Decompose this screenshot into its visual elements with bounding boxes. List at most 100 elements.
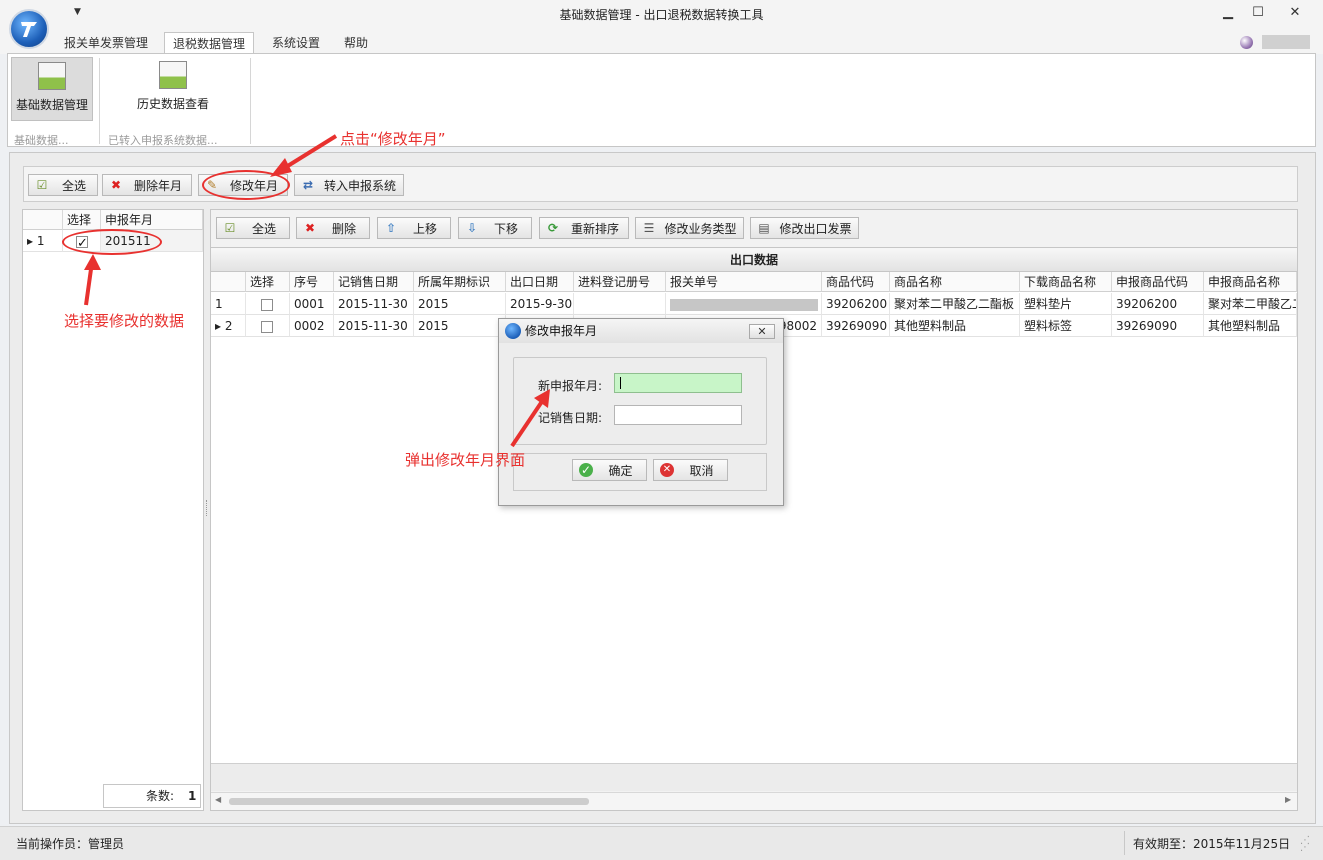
tab-tax-refund-data[interactable]: 退税数据管理 xyxy=(164,32,255,54)
delete-month-button[interactable]: ✖ 删除年月 xyxy=(102,174,192,196)
minimize-button[interactable]: ▁ xyxy=(1213,2,1243,24)
check-icon: ✓ xyxy=(579,463,593,477)
modify-export-invoice-button[interactable]: ▤ 修改出口发票 xyxy=(750,217,859,239)
quick-access-dropdown-icon[interactable]: ▼ xyxy=(74,7,81,17)
export-date-cell[interactable]: 2015-9-30 xyxy=(506,293,574,315)
resort-button[interactable]: ⟳ 重新排序 xyxy=(539,217,629,239)
pane-splitter[interactable] xyxy=(206,500,208,516)
count-value: 1 xyxy=(188,789,197,803)
close-button[interactable]: ✕ xyxy=(1280,2,1310,24)
sale-date-cell[interactable]: 2015-11-30 xyxy=(334,315,414,337)
download-name-cell[interactable]: 塑料标签 xyxy=(1020,315,1112,337)
modify-month-dialog: 修改申报年月 ✕ 新申报年月: 记销售日期: ✓ 确定 ✕ 取消 xyxy=(498,318,784,506)
decl-name-cell[interactable]: 其他塑料制品 xyxy=(1204,315,1297,337)
scroll-left-icon[interactable]: ◀ xyxy=(215,795,221,804)
seq-cell[interactable]: 0002 xyxy=(290,315,334,337)
sale-date-input[interactable] xyxy=(614,405,742,425)
maximize-button[interactable]: ☐ xyxy=(1243,2,1273,24)
ribbon-tab-strip: 报关单发票管理 退税数据管理 系统设置 帮助 xyxy=(0,30,1323,54)
column-header-select[interactable]: 选择 xyxy=(63,210,101,230)
status-operator: 当前操作员：管理员 xyxy=(16,837,125,851)
decl-code-cell[interactable]: 39269090 xyxy=(1112,315,1204,337)
modify-business-type-button[interactable]: ☰ 修改业务类型 xyxy=(635,217,744,239)
select-all-months-button[interactable]: ☑ 全选 xyxy=(28,174,98,196)
cancel-button[interactable]: ✕ 取消 xyxy=(653,459,728,481)
resize-grip-icon[interactable]: ⋰ ⋰ xyxy=(1300,836,1314,853)
row-select-cell[interactable] xyxy=(246,293,290,315)
row-pointer-icon: ▸ xyxy=(215,319,222,333)
customs-no-redacted xyxy=(670,298,818,311)
column-header[interactable]: 申报商品代码 xyxy=(1112,272,1204,292)
seq-cell[interactable]: 0001 xyxy=(290,293,334,315)
month-list-pane: 选择 申报年月 ▸ 1 201511 条数: 1 xyxy=(22,209,204,811)
column-header[interactable]: 记销售日期 xyxy=(334,272,414,292)
horizontal-scrollbar[interactable]: ◀ ▶ xyxy=(211,792,1297,810)
status-separator xyxy=(1124,831,1125,855)
column-header[interactable]: 出口日期 xyxy=(506,272,574,292)
user-name-redacted xyxy=(1262,35,1310,49)
period-cell[interactable]: 2015 xyxy=(414,293,506,315)
scroll-thumb[interactable] xyxy=(229,798,589,805)
annotation-ellipse xyxy=(62,229,162,255)
column-header[interactable]: 进料登记册号 xyxy=(574,272,666,292)
app-logo-icon xyxy=(505,323,521,339)
column-header[interactable]: 选择 xyxy=(246,272,290,292)
row-checkbox[interactable] xyxy=(261,320,273,333)
column-header[interactable]: 商品名称 xyxy=(890,272,1020,292)
ribbon-group-transferred: 已转入申报系统数据... xyxy=(108,134,218,147)
app-logo-icon[interactable] xyxy=(9,9,49,49)
refresh-icon: ⟳ xyxy=(547,221,559,235)
column-header-month[interactable]: 申报年月 xyxy=(101,210,203,230)
ribbon-group-basic: 基础数据... xyxy=(14,134,69,147)
name-cell[interactable]: 其他塑料制品 xyxy=(890,315,1020,337)
history-data-label: 历史数据查看 xyxy=(136,97,209,111)
grid-select-all-button[interactable]: ☑ 全选 xyxy=(216,217,290,239)
history-data-button[interactable]: 历史数据查看 xyxy=(130,57,216,121)
download-name-cell[interactable]: 塑料垫片 xyxy=(1020,293,1112,315)
move-up-button[interactable]: ⇧ 上移 xyxy=(377,217,451,239)
code-cell[interactable]: 39206200 xyxy=(822,293,890,315)
column-header[interactable]: 下载商品名称 xyxy=(1020,272,1112,292)
grid-delete-button[interactable]: ✖ 删除 xyxy=(296,217,370,239)
tab-system-settings[interactable]: 系统设置 xyxy=(264,32,328,54)
customs-no-cell[interactable] xyxy=(666,293,822,315)
row-indicator[interactable]: 1 xyxy=(211,293,246,315)
period-cell[interactable]: 2015 xyxy=(414,315,506,337)
reg-no-cell[interactable] xyxy=(574,293,666,315)
count-label: 条数: xyxy=(146,789,175,803)
arrow-up-icon: ⇧ xyxy=(385,221,397,235)
row-indicator[interactable]: ▸ 2 xyxy=(211,315,246,337)
annotation-ellipse xyxy=(202,170,290,200)
name-cell[interactable]: 聚对苯二甲酸乙二酯板 xyxy=(890,293,1020,315)
basic-data-label: 基础数据管理 xyxy=(15,98,88,112)
column-header[interactable]: 所属年期标识 xyxy=(414,272,506,292)
tab-customs-invoice[interactable]: 报关单发票管理 xyxy=(56,32,156,54)
column-header[interactable]: 申报商品名称 xyxy=(1204,272,1297,292)
annotation-select-data: 选择要修改的数据 xyxy=(64,312,185,330)
sale-date-cell[interactable]: 2015-11-30 xyxy=(334,293,414,315)
decl-name-cell[interactable]: 聚对苯二甲酸乙二 xyxy=(1204,293,1297,315)
move-down-button[interactable]: ⇩ 下移 xyxy=(458,217,532,239)
row-indicator[interactable]: ▸ 1 xyxy=(23,230,63,252)
transfer-to-declaration-button[interactable]: ⇄ 转入申报系统 xyxy=(294,174,404,196)
sale-date-label: 记销售日期: xyxy=(538,411,603,425)
tab-help[interactable]: 帮助 xyxy=(336,32,376,54)
row-select-cell[interactable] xyxy=(246,315,290,337)
column-header[interactable]: 序号 xyxy=(290,272,334,292)
text-caret xyxy=(620,377,621,389)
code-cell[interactable]: 39269090 xyxy=(822,315,890,337)
new-month-input[interactable] xyxy=(614,373,742,393)
scroll-right-icon[interactable]: ▶ xyxy=(1285,795,1291,804)
column-header[interactable]: 商品代码 xyxy=(822,272,890,292)
dialog-close-button[interactable]: ✕ xyxy=(749,324,775,339)
annotation-popup: 弹出修改年月界面 xyxy=(405,451,526,469)
row-checkbox[interactable] xyxy=(261,298,273,311)
ok-button[interactable]: ✓ 确定 xyxy=(572,459,647,481)
table-icon xyxy=(159,61,187,89)
column-header[interactable]: 报关单号 xyxy=(666,272,822,292)
dialog-title: 修改申报年月 xyxy=(499,319,783,343)
window-title: 基础数据管理 - 出口退税数据转换工具 xyxy=(559,8,764,22)
basic-data-button[interactable]: 基础数据管理 xyxy=(11,57,93,121)
user-status-icon[interactable] xyxy=(1240,36,1253,49)
decl-code-cell[interactable]: 39206200 xyxy=(1112,293,1204,315)
